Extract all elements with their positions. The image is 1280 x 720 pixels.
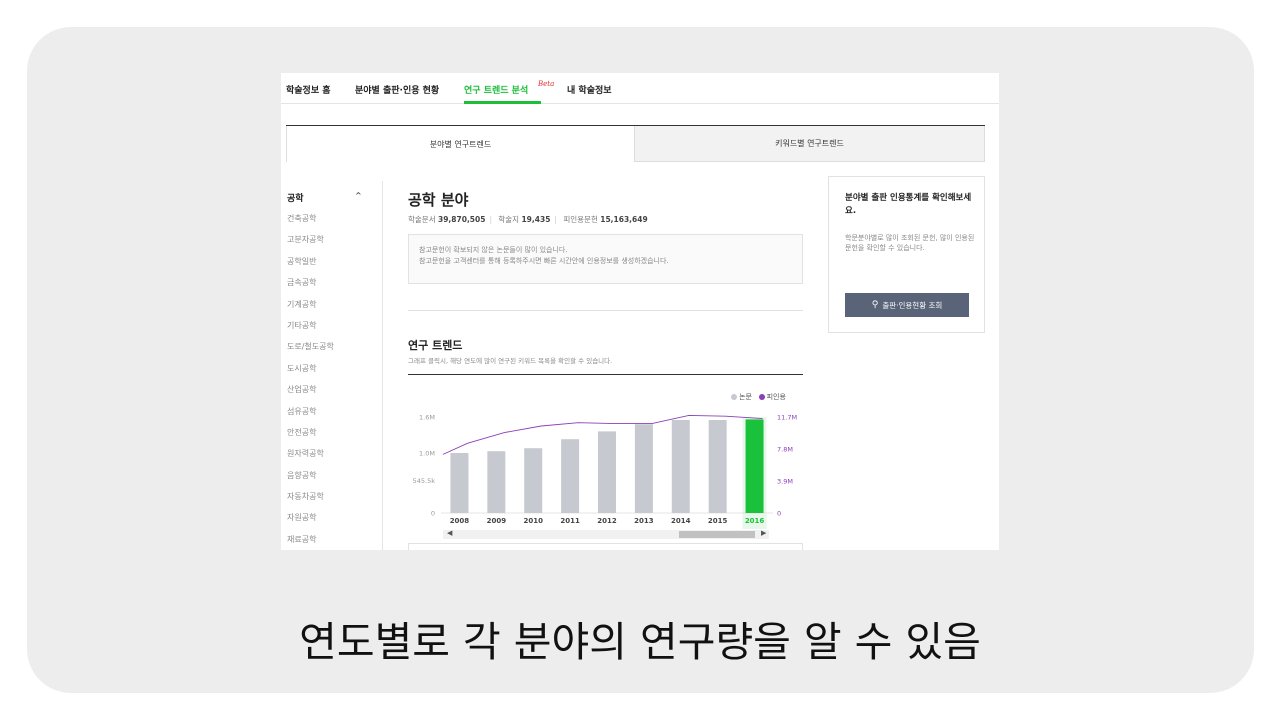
notice-line: 참고문헌을 고객센터를 통해 등록하주시면 빠른 시간안에 인용정보를 생성하겠… — [419, 257, 669, 265]
promo-title: 분야별 출판 인용통계를 확인해보세요. — [845, 193, 972, 216]
bar-2009[interactable] — [487, 451, 506, 513]
trend-title: 연구 트렌드 — [408, 339, 463, 352]
trend-divider — [408, 374, 803, 375]
sidebar-item[interactable]: 기계공학 — [287, 294, 377, 315]
chart-scrollbar[interactable]: ◀ ▶ — [443, 529, 769, 539]
sidebar-item[interactable]: 원자력공학 — [287, 443, 377, 464]
notice-line: 참고문헌이 확보되지 않은 논문들이 많이 있습니다. — [419, 246, 568, 254]
sidebar-item[interactable]: 금속공학 — [287, 272, 377, 293]
bar-2013[interactable] — [634, 424, 653, 513]
sidebar-item[interactable]: 산업공학 — [287, 379, 377, 400]
bar-2011[interactable] — [561, 439, 580, 513]
sidebar-item[interactable]: 섬유공학 — [287, 401, 377, 422]
cited-label: 피인용문헌 — [563, 215, 598, 224]
nav-item-home[interactable]: 학술정보 홈 — [286, 83, 331, 96]
bar-2008[interactable] — [450, 453, 469, 513]
sidebar-category-header[interactable]: 공학 ^ — [287, 191, 377, 208]
x-tick-label: 2015 — [708, 517, 728, 525]
legend-citation-swatch — [758, 393, 765, 400]
scroll-thumb[interactable] — [679, 531, 755, 538]
bar-2014[interactable] — [671, 420, 690, 513]
y-tick-label-right: 7.8M — [777, 446, 793, 454]
sidebar-item[interactable]: 안전공학 — [287, 422, 377, 443]
stats-lookup-button[interactable]: ⚲ 출판·인용현황 조회 — [845, 293, 969, 317]
x-tick-label: 2013 — [634, 517, 654, 525]
screenshot-panel: 학술정보 홈 분야별 출판·인용 현황 연구 트렌드 분석 Beta 내 학술정… — [281, 73, 999, 550]
top-navigation: 학술정보 홈 분야별 출판·인용 현황 연구 트렌드 분석 Beta 내 학술정… — [281, 73, 999, 104]
y-tick-label-left: 545.5k — [413, 477, 436, 485]
sidebar-item[interactable]: 도시공학 — [287, 358, 377, 379]
bar-2016[interactable] — [745, 419, 764, 513]
bar-2015[interactable] — [708, 420, 727, 513]
papers-count: 39,870,505 — [438, 215, 486, 224]
scroll-left-icon[interactable]: ◀ — [447, 529, 452, 537]
sidebar-item[interactable]: 자동차공학 — [287, 486, 377, 507]
field-stats: 학술문서 39,870,505 | 학술지 19,435 | 피인용문헌 15,16… — [408, 215, 648, 224]
sidebar-item[interactable]: 고분자공학 — [287, 229, 377, 250]
nav-item-research-trend[interactable]: 연구 트렌드 분석 — [464, 83, 528, 96]
x-tick-label: 2014 — [671, 517, 691, 525]
nav-item-my-info[interactable]: 내 학술정보 — [567, 83, 612, 96]
notice-box: 참고문헌이 확보되지 않은 논문들이 많이 있습니다. 참고문헌을 고객센터를 … — [408, 234, 803, 284]
beta-badge: Beta — [538, 80, 555, 88]
y-tick-label-right: 0 — [777, 510, 781, 518]
sidebar-divider — [382, 181, 383, 550]
x-tick-label: 2008 — [450, 517, 470, 525]
x-tick-label: 2009 — [487, 517, 507, 525]
y-tick-label-right: 11.7M — [777, 414, 797, 422]
sidebar-category-label: 공학 — [287, 194, 304, 204]
trend-tabs: 분야별 연구트렌드 키워드별 연구트렌드 — [286, 125, 985, 162]
nav-item-publication-citation[interactable]: 분야별 출판·인용 현황 — [355, 83, 439, 96]
sidebar-item[interactable]: 도로/철도공학 — [287, 336, 377, 357]
chevron-up-icon[interactable]: ^ — [355, 191, 362, 200]
active-tab-underline — [464, 101, 541, 104]
bar-2012[interactable] — [598, 431, 616, 513]
stats-promo-card: 분야별 출판 인용통계를 확인해보세요. 학문분야별로 많이 조회된 문헌, 많… — [828, 176, 985, 333]
bar-2010[interactable] — [524, 448, 543, 513]
sidebar-item[interactable]: 기타공학 — [287, 315, 377, 336]
promo-description: 학문분야별로 많이 조회된 문헌, 많이 인용된 문헌을 확인할 수 있습니다. — [845, 234, 975, 252]
legend-citation-label: 피인용 — [766, 393, 786, 401]
section-divider — [408, 310, 803, 311]
trend-subtitle: 그래프 클릭시, 해당 연도에 많이 연구된 키워드 목록을 확인할 수 있습니… — [408, 357, 613, 365]
y-tick-label-left: 1.0M — [419, 450, 435, 458]
field-sidebar: 공학 ^ 건축공학 고분자공학 공학일반 금속공학 기계공학 기타공학 도로/철도공학 도시공… — [287, 191, 377, 550]
sidebar-item[interactable]: 음향공학 — [287, 465, 377, 486]
x-tick-label: 2012 — [597, 517, 617, 525]
papers-label: 학술문서 — [408, 215, 436, 224]
y-tick-label-left: 1.6M — [419, 414, 435, 422]
keyword-table — [408, 543, 803, 550]
chart-legend: 논문 피인용 — [731, 392, 786, 402]
journals-label: 학술지 — [498, 215, 520, 224]
y-tick-label-left: 0 — [431, 510, 435, 518]
slide-caption: 연도별로 각 분야의 연구량을 알 수 있음 — [299, 618, 981, 666]
sidebar-item[interactable]: 공학일반 — [287, 251, 377, 272]
tab-field-trend[interactable]: 분야별 연구트렌드 — [286, 126, 635, 162]
x-tick-label: 2011 — [560, 517, 580, 525]
scroll-right-icon[interactable]: ▶ — [761, 529, 766, 537]
sidebar-item[interactable]: 재료공학 — [287, 529, 377, 550]
legend-paper-swatch — [731, 393, 737, 400]
x-tick-label: 2010 — [523, 517, 543, 525]
legend-paper-label: 논문 — [739, 393, 752, 401]
page-title: 공학 분야 — [408, 191, 469, 209]
sidebar-item[interactable]: 건축공학 — [287, 208, 377, 229]
trend-chart[interactable]: 0 545.5k 1.0M 1.6M 0 3.9M 7.8M 11.7M 2008 2009 201… — [403, 405, 813, 535]
cited-count: 15,163,649 — [600, 215, 648, 224]
journals-count: 19,435 — [521, 215, 551, 224]
stats-lookup-label: 출판·인용현황 조회 — [882, 300, 943, 310]
search-icon: ⚲ — [871, 300, 879, 310]
y-tick-label-right: 3.9M — [777, 478, 793, 486]
tab-keyword-trend[interactable]: 키워드별 연구트렌드 — [635, 126, 985, 162]
x-tick-label: 2016 — [745, 517, 765, 525]
sidebar-item[interactable]: 자원공학 — [287, 507, 377, 528]
